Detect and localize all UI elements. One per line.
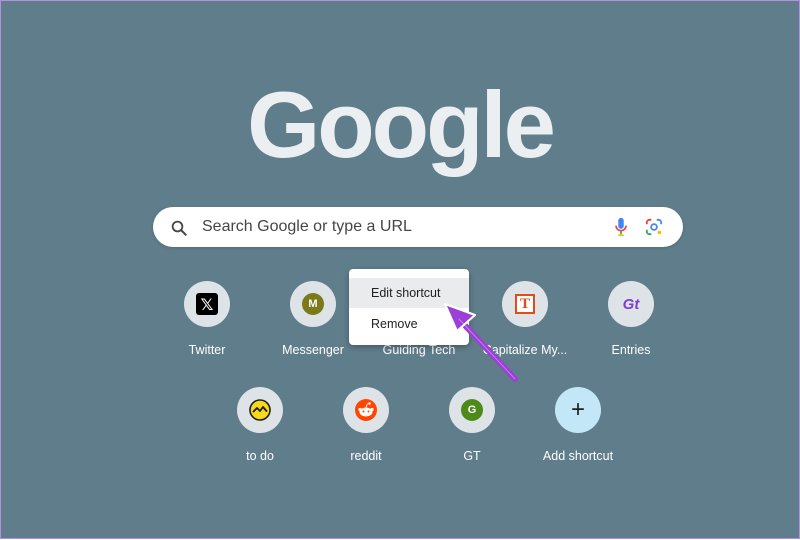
menu-item-edit-shortcut[interactable]: Edit shortcut bbox=[349, 278, 469, 308]
shortcut-label: Add shortcut bbox=[542, 449, 614, 463]
google-logo: Google bbox=[247, 72, 556, 177]
microphone-icon[interactable] bbox=[613, 217, 629, 237]
search-box[interactable]: Search Google or type a URL bbox=[153, 207, 683, 247]
capitalize-my-title-icon: T bbox=[515, 294, 535, 314]
search-input[interactable]: Search Google or type a URL bbox=[202, 207, 412, 247]
shortcut-label: Entries bbox=[611, 343, 651, 357]
shortcut-icon-bg: 𝕏 bbox=[184, 281, 230, 327]
shortcut-label: Messenger bbox=[282, 343, 344, 357]
shortcut-icon-bg: G bbox=[449, 387, 495, 433]
shortcut-entries[interactable]: Gt Entries bbox=[575, 281, 687, 381]
shortcut-label: reddit bbox=[350, 449, 382, 463]
shortcut-icon-bg: T bbox=[502, 281, 548, 327]
shortcut-context-menu: Edit shortcut Remove bbox=[349, 269, 469, 345]
new-tab-page: Google Search Google or type a URL 𝕏 Twi… bbox=[0, 0, 800, 539]
menu-item-remove[interactable]: Remove bbox=[349, 309, 469, 339]
entries-icon: Gt bbox=[622, 295, 640, 313]
shortcut-label: Guiding Tech bbox=[382, 343, 456, 357]
gt-icon: G bbox=[461, 399, 483, 421]
shortcut-icon-bg: + bbox=[555, 387, 601, 433]
shortcut-icon-bg: M bbox=[290, 281, 336, 327]
reddit-icon bbox=[355, 399, 377, 421]
x-logo-icon: 𝕏 bbox=[196, 293, 218, 315]
google-lens-icon[interactable] bbox=[645, 218, 663, 236]
shortcut-label: Capitalize My... bbox=[482, 343, 568, 357]
shortcut-reddit[interactable]: reddit bbox=[310, 387, 422, 487]
shortcut-icon-bg bbox=[343, 387, 389, 433]
shortcut-to-do[interactable]: to do bbox=[204, 387, 316, 487]
search-icon bbox=[171, 220, 187, 236]
shortcut-twitter[interactable]: 𝕏 Twitter bbox=[151, 281, 263, 381]
shortcut-label: Twitter bbox=[188, 343, 226, 357]
shortcut-icon-bg bbox=[237, 387, 283, 433]
shortcut-label: GT bbox=[463, 449, 481, 463]
messenger-icon: M bbox=[302, 293, 324, 315]
shortcut-label: to do bbox=[246, 449, 274, 463]
shortcut-capitalize-my-title[interactable]: T Capitalize My... bbox=[469, 281, 581, 381]
basecamp-icon bbox=[249, 399, 271, 421]
add-shortcut-button[interactable]: + Add shortcut bbox=[522, 387, 634, 487]
shortcut-gt[interactable]: G GT bbox=[416, 387, 528, 487]
shortcut-icon-bg: Gt bbox=[608, 281, 654, 327]
plus-icon: + bbox=[570, 396, 585, 423]
